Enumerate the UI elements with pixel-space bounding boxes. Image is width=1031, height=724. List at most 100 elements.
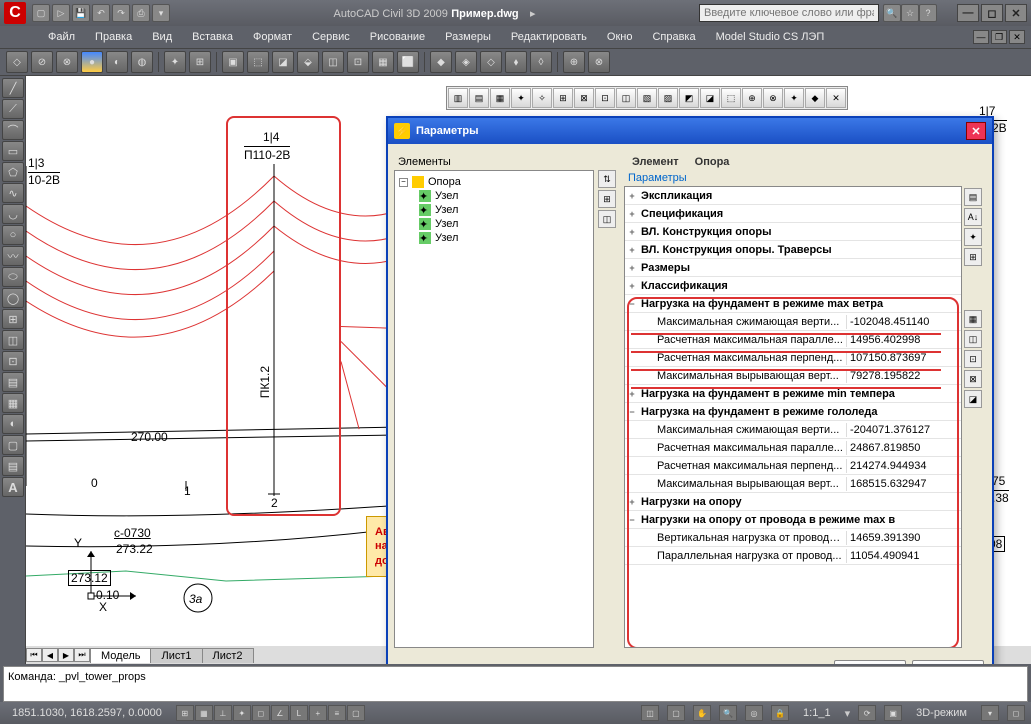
tab-model[interactable]: Модель bbox=[90, 648, 151, 663]
region-tool[interactable]: ◐ bbox=[2, 414, 24, 434]
menu-insert[interactable]: Вставка bbox=[184, 29, 241, 45]
menu-dim[interactable]: Размеры bbox=[437, 29, 499, 45]
ft-11[interactable]: ▨ bbox=[658, 88, 678, 108]
tool-11[interactable]: ◪ bbox=[272, 51, 294, 73]
annoscale-btn[interactable]: ⟳ bbox=[858, 705, 876, 721]
menu-file[interactable]: Файл bbox=[40, 29, 83, 45]
save-icon[interactable]: 💾 bbox=[72, 4, 90, 22]
mid-2[interactable]: ⊞ bbox=[598, 190, 616, 208]
prop-row[interactable]: Вертикальная нагрузка от провода...14659… bbox=[625, 529, 961, 547]
ok-button[interactable]: OK bbox=[834, 660, 906, 664]
element-tree[interactable]: − Опора ✦Узел ✦Узел ✦Узел ✦Узел bbox=[394, 170, 594, 648]
tool-20[interactable]: ⬧ bbox=[505, 51, 527, 73]
tab-element[interactable]: Элемент bbox=[632, 156, 679, 168]
tree-node-1[interactable]: ✦Узел bbox=[419, 189, 589, 203]
ft-10[interactable]: ▧ bbox=[637, 88, 657, 108]
arc-tool[interactable]: ⌒ bbox=[2, 120, 24, 140]
ft-15[interactable]: ⊕ bbox=[742, 88, 762, 108]
tool-23[interactable]: ⊗ bbox=[588, 51, 610, 73]
circle-tool[interactable]: ○ bbox=[2, 225, 24, 245]
block2-tool[interactable]: ◫ bbox=[2, 330, 24, 350]
ft-3[interactable]: ▦ bbox=[490, 88, 510, 108]
properties-grid[interactable]: +Экспликация+Спецификация+ВЛ. Конструкци… bbox=[624, 186, 962, 648]
pt-3[interactable]: ✦ bbox=[964, 228, 982, 246]
cancel-button[interactable]: Отмена bbox=[912, 660, 984, 664]
expand-icon[interactable]: + bbox=[625, 497, 639, 507]
pt-2[interactable]: A↓ bbox=[964, 208, 982, 226]
menu-modelstudio[interactable]: Model Studio CS ЛЭП bbox=[708, 29, 833, 45]
pt-7[interactable]: ⊡ bbox=[964, 350, 982, 368]
print-icon[interactable]: ⎙ bbox=[132, 4, 150, 22]
tool-15[interactable]: ▦ bbox=[372, 51, 394, 73]
ft-5[interactable]: ✧ bbox=[532, 88, 552, 108]
rect-tool[interactable]: ▭ bbox=[2, 141, 24, 161]
menu-window[interactable]: Окно bbox=[599, 29, 641, 45]
pt-1[interactable]: ▤ bbox=[964, 188, 982, 206]
menu-format[interactable]: Формат bbox=[245, 29, 300, 45]
undo-icon[interactable]: ↶ bbox=[92, 4, 110, 22]
drawing-canvas[interactable]: 1|4 П110-2В 1|3 10-2B ПК1.2 270.00 2 1 0… bbox=[26, 76, 1031, 664]
model-btn[interactable]: ◫ bbox=[641, 705, 659, 721]
pt-6[interactable]: ◫ bbox=[964, 330, 982, 348]
prop-value[interactable]: 14659.391390 bbox=[846, 531, 961, 545]
prop-group[interactable]: +Нагрузки на опору bbox=[625, 493, 961, 511]
expand-icon[interactable]: + bbox=[625, 209, 639, 219]
grid-btn[interactable]: ▦ bbox=[195, 705, 213, 721]
line-tool[interactable]: ╱ bbox=[2, 78, 24, 98]
pt-9[interactable]: ◪ bbox=[964, 390, 982, 408]
expand-icon[interactable]: + bbox=[625, 263, 639, 273]
mode[interactable]: 3D-режим bbox=[910, 707, 973, 719]
hatch-tool[interactable]: ▤ bbox=[2, 372, 24, 392]
pt-4[interactable]: ⊞ bbox=[964, 248, 982, 266]
prop-row[interactable]: Расчетная максимальная паралле...14956.4… bbox=[625, 331, 961, 349]
menu-view[interactable]: Вид bbox=[144, 29, 180, 45]
mid-3[interactable]: ◫ bbox=[598, 210, 616, 228]
prop-value[interactable]: -204071.376127 bbox=[846, 423, 961, 437]
tool-14[interactable]: ⊡ bbox=[347, 51, 369, 73]
arc2-tool[interactable]: ◡ bbox=[2, 204, 24, 224]
dyn-btn[interactable]: + bbox=[309, 705, 327, 721]
prop-row[interactable]: Максимальная вырывающая верт...79278.195… bbox=[625, 367, 961, 385]
pt-8[interactable]: ⊠ bbox=[964, 370, 982, 388]
pt-5[interactable]: ▦ bbox=[964, 310, 982, 328]
expand-icon[interactable]: − bbox=[625, 299, 639, 309]
hatch2-tool[interactable]: ▦ bbox=[2, 393, 24, 413]
ft-9[interactable]: ◫ bbox=[616, 88, 636, 108]
ft-6[interactable]: ⊞ bbox=[553, 88, 573, 108]
tab-first[interactable]: ⏮ bbox=[26, 648, 42, 662]
prop-group[interactable]: −Нагрузка на фундамент в режиме гололеда bbox=[625, 403, 961, 421]
tool-3[interactable]: ⊗ bbox=[56, 51, 78, 73]
prop-value[interactable]: 79278.195822 bbox=[846, 369, 961, 383]
ft-4[interactable]: ✦ bbox=[511, 88, 531, 108]
tree-node-4[interactable]: ✦Узел bbox=[419, 231, 589, 245]
prop-group[interactable]: +Экспликация bbox=[625, 187, 961, 205]
lwt-btn[interactable]: ≡ bbox=[328, 705, 346, 721]
tool-2[interactable]: ⊘ bbox=[31, 51, 53, 73]
table-tool[interactable]: ▤ bbox=[2, 456, 24, 476]
ft-2[interactable]: ▤ bbox=[469, 88, 489, 108]
prop-group[interactable]: +Размеры bbox=[625, 259, 961, 277]
ellipse-tool[interactable]: ⬭ bbox=[2, 267, 24, 287]
tab-prev[interactable]: ◀ bbox=[42, 648, 58, 662]
ft-1[interactable]: ▥ bbox=[448, 88, 468, 108]
ortho-btn[interactable]: ⊥ bbox=[214, 705, 232, 721]
doc-minimize[interactable]: — bbox=[973, 30, 989, 44]
spline-tool[interactable]: 〰 bbox=[2, 246, 24, 266]
prop-row[interactable]: Расчетная максимальная перпенд...107150.… bbox=[625, 349, 961, 367]
tool-4[interactable]: ● bbox=[81, 51, 103, 73]
more-icon[interactable]: ▾ bbox=[152, 4, 170, 22]
doc-close[interactable]: ✕ bbox=[1009, 30, 1025, 44]
prop-row[interactable]: Расчетная максимальная перпенд...214274.… bbox=[625, 457, 961, 475]
ducs-btn[interactable]: L bbox=[290, 705, 308, 721]
prop-group[interactable]: +ВЛ. Конструкция опоры. Траверсы bbox=[625, 241, 961, 259]
prop-row[interactable]: Максимальная сжимающая верти...-102048.4… bbox=[625, 313, 961, 331]
ft-8[interactable]: ⊡ bbox=[595, 88, 615, 108]
ft-12[interactable]: ◩ bbox=[679, 88, 699, 108]
info-icon[interactable]: ? bbox=[919, 4, 937, 22]
lock-icon[interactable]: 🔒 bbox=[771, 705, 789, 721]
prop-value[interactable]: 214274.944934 bbox=[846, 459, 961, 473]
zoom-btn[interactable]: 🔍 bbox=[719, 705, 737, 721]
search-input[interactable] bbox=[699, 4, 879, 22]
tool-1[interactable]: ◇ bbox=[6, 51, 28, 73]
tab-sheet2[interactable]: Лист2 bbox=[202, 648, 254, 663]
